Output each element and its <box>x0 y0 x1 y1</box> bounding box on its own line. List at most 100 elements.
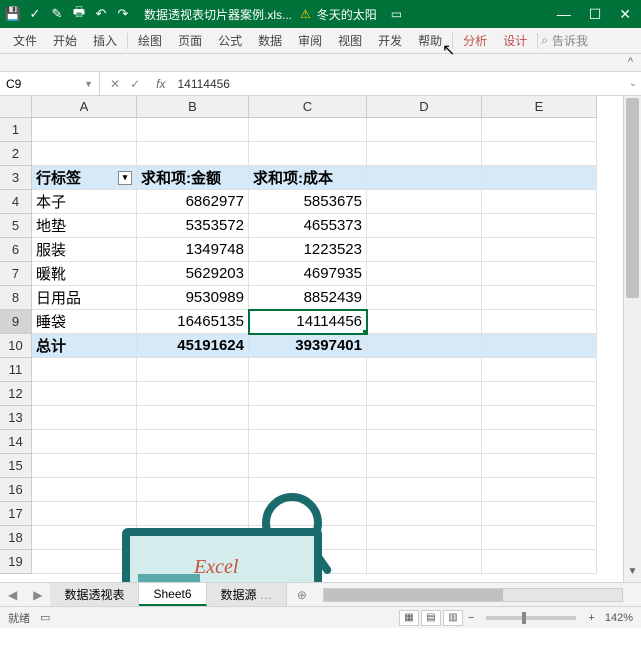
cell[interactable] <box>367 334 482 358</box>
cell[interactable] <box>137 430 249 454</box>
cell[interactable] <box>367 382 482 406</box>
cell[interactable] <box>367 142 482 166</box>
horizontal-scrollbar[interactable] <box>323 588 623 602</box>
filter-dropdown-icon[interactable]: ▾ <box>118 171 132 185</box>
row-18[interactable]: 18 <box>0 526 31 550</box>
tab-insert[interactable]: 插入 <box>86 30 124 51</box>
cell[interactable] <box>482 334 597 358</box>
cell[interactable] <box>137 118 249 142</box>
cell[interactable] <box>32 550 137 574</box>
warning-icon[interactable]: ⚠ <box>300 7 311 21</box>
row-17[interactable]: 17 <box>0 502 31 526</box>
cell[interactable] <box>32 406 137 430</box>
cell[interactable] <box>137 454 249 478</box>
print-icon[interactable]: 🖶 <box>72 7 86 21</box>
sheet-tab-source[interactable]: 数据源 … <box>207 583 287 606</box>
zoom-level[interactable]: 142% <box>605 612 633 624</box>
collapse-ribbon-icon[interactable]: ^ <box>628 56 633 68</box>
maximize-button[interactable]: ☐ <box>589 6 602 23</box>
row-1[interactable]: 1 <box>0 118 31 142</box>
name-box-dropdown-icon[interactable]: ▼ <box>84 79 93 89</box>
cell[interactable] <box>367 550 482 574</box>
cell[interactable]: 行标签▾ <box>32 166 137 190</box>
cell[interactable] <box>249 382 367 406</box>
cell[interactable] <box>32 502 137 526</box>
col-C[interactable]: C <box>249 96 367 117</box>
cell[interactable] <box>249 118 367 142</box>
row-15[interactable]: 15 <box>0 454 31 478</box>
cell[interactable] <box>137 406 249 430</box>
cell[interactable] <box>367 478 482 502</box>
cell[interactable] <box>249 478 367 502</box>
cell[interactable] <box>367 430 482 454</box>
cell[interactable]: 4655373 <box>249 214 367 238</box>
sheet-nav-left[interactable]: ◀ <box>0 588 25 602</box>
row-16[interactable]: 16 <box>0 478 31 502</box>
row-10[interactable]: 10 <box>0 334 31 358</box>
cell[interactable] <box>482 118 597 142</box>
row-11[interactable]: 11 <box>0 358 31 382</box>
row-12[interactable]: 12 <box>0 382 31 406</box>
cell[interactable] <box>367 358 482 382</box>
cell[interactable] <box>367 502 482 526</box>
cell[interactable] <box>482 502 597 526</box>
view-pagelayout-button[interactable]: ▤ <box>421 610 441 626</box>
cell[interactable] <box>249 502 367 526</box>
cell[interactable] <box>482 430 597 454</box>
cell[interactable] <box>482 382 597 406</box>
user-name[interactable]: 冬天的太阳 <box>317 6 377 23</box>
cell[interactable]: 8852439 <box>249 286 367 310</box>
cell[interactable] <box>482 406 597 430</box>
cell[interactable] <box>32 454 137 478</box>
tab-page[interactable]: 页面 <box>171 30 209 51</box>
col-B[interactable]: B <box>137 96 249 117</box>
edit-icon[interactable]: ✎ <box>50 7 64 21</box>
scroll-down-icon[interactable]: ▼ <box>624 566 641 582</box>
close-button[interactable]: ✕ <box>619 6 631 23</box>
tab-formulas[interactable]: 公式 <box>211 30 249 51</box>
tab-review[interactable]: 审阅 <box>291 30 329 51</box>
row-4[interactable]: 4 <box>0 190 31 214</box>
cell[interactable] <box>249 358 367 382</box>
cell[interactable]: 9530989 <box>137 286 249 310</box>
cell[interactable]: 1223523 <box>249 238 367 262</box>
cell[interactable] <box>482 190 597 214</box>
cell[interactable] <box>137 382 249 406</box>
vertical-scrollbar[interactable]: ▲ ▼ <box>623 96 641 582</box>
cell[interactable] <box>482 214 597 238</box>
redo-icon[interactable]: ↷ <box>116 7 130 21</box>
cell[interactable] <box>482 454 597 478</box>
add-sheet-button[interactable]: ⊕ <box>287 588 317 602</box>
cell[interactable] <box>367 406 482 430</box>
cell[interactable] <box>367 526 482 550</box>
row-13[interactable]: 13 <box>0 406 31 430</box>
zoom-slider[interactable] <box>486 616 576 620</box>
select-all-corner[interactable] <box>0 96 32 118</box>
view-normal-button[interactable]: ▦ <box>399 610 419 626</box>
cell[interactable] <box>367 262 482 286</box>
cell[interactable]: 4697935 <box>249 262 367 286</box>
cell[interactable] <box>482 310 597 334</box>
cell[interactable] <box>32 382 137 406</box>
tab-view[interactable]: 视图 <box>331 30 369 51</box>
cell[interactable] <box>367 454 482 478</box>
save-icon[interactable]: 💾 <box>6 7 20 21</box>
row-14[interactable]: 14 <box>0 430 31 454</box>
cell[interactable] <box>367 190 482 214</box>
cell[interactable] <box>137 358 249 382</box>
cell[interactable]: 1349748 <box>137 238 249 262</box>
cell[interactable] <box>32 526 137 550</box>
row-8[interactable]: 8 <box>0 286 31 310</box>
cell[interactable] <box>249 406 367 430</box>
cell[interactable] <box>482 142 597 166</box>
cell[interactable] <box>367 166 482 190</box>
tab-data[interactable]: 数据 <box>251 30 289 51</box>
cell[interactable]: 39397401 <box>249 334 367 358</box>
zoom-in-button[interactable]: + <box>584 612 598 624</box>
row-5[interactable]: 5 <box>0 214 31 238</box>
cell[interactable] <box>137 478 249 502</box>
cell[interactable] <box>482 358 597 382</box>
col-D[interactable]: D <box>367 96 482 117</box>
name-box[interactable]: C9 ▼ <box>0 72 100 95</box>
row-9[interactable]: 9 <box>0 310 31 334</box>
